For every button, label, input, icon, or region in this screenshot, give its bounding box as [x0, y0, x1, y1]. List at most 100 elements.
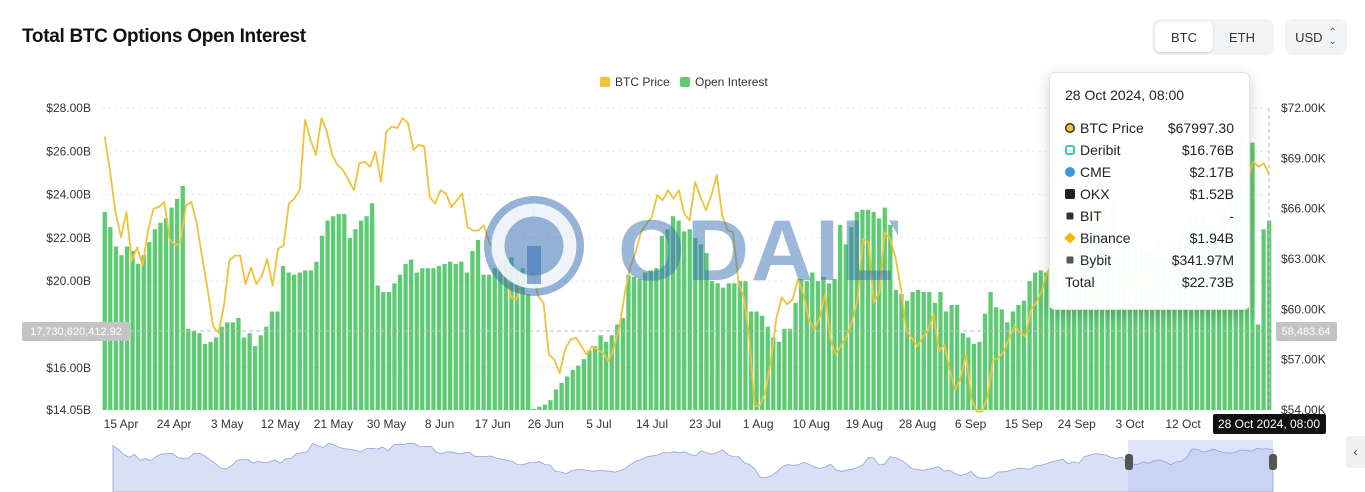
tooltip-row: Bybit $341.97M — [1065, 249, 1234, 271]
open-interest-bar — [531, 408, 536, 410]
open-interest-bar — [737, 281, 743, 410]
navigator-handle[interactable] — [1269, 454, 1277, 470]
open-interest-bar — [414, 272, 419, 410]
open-interest-bar — [386, 292, 392, 410]
open-interest-bar — [888, 224, 893, 410]
open-interest-bar — [782, 328, 787, 410]
open-interest-bar — [1021, 300, 1027, 410]
navigator-scroll-button[interactable]: ‹ — [1346, 436, 1365, 468]
open-interest-bar — [670, 216, 676, 410]
open-interest-bar — [147, 242, 152, 410]
open-interest-bar — [331, 216, 336, 410]
open-interest-bar — [587, 350, 592, 410]
open-interest-bar — [609, 335, 614, 410]
tooltip-row: Deribit $16.76B — [1065, 139, 1234, 161]
open-interest-bar — [280, 266, 286, 410]
legend-item-label[interactable]: BTC Price — [615, 75, 670, 89]
bybit-icon — [1066, 256, 1074, 264]
open-interest-bar — [152, 229, 158, 410]
open-interest-bar — [715, 283, 720, 410]
open-interest-bar — [453, 263, 458, 410]
open-interest-bar — [999, 309, 1004, 410]
open-interest-bar — [436, 266, 442, 410]
open-interest-bar — [358, 220, 364, 410]
tooltip-title: 28 Oct 2024, 08:00 — [1065, 87, 1185, 103]
open-interest-bar — [141, 255, 146, 410]
open-interest-bar — [799, 279, 804, 410]
open-interest-bar — [202, 343, 208, 410]
open-interest-bar — [158, 222, 163, 410]
open-interest-bar — [570, 369, 575, 410]
chevron-updown-icon: ⌃ ⌄ — [1328, 27, 1337, 47]
open-interest-bar — [241, 337, 247, 410]
tooltip-row-value: - — [1229, 208, 1234, 224]
currency-select[interactable]: USD ⌃ ⌄ — [1285, 19, 1347, 55]
tooltip-row: BIT - — [1065, 205, 1234, 227]
navigator-handle[interactable] — [1125, 454, 1133, 470]
binance-icon — [1064, 232, 1076, 244]
tab-btc[interactable]: BTC — [1155, 22, 1213, 52]
open-interest-bar — [163, 218, 169, 410]
tooltip-row-name: OKX — [1080, 186, 1110, 202]
x-axis-tick: 14 Jul — [636, 417, 668, 431]
legend-swatch — [600, 77, 610, 87]
open-interest-bar — [347, 237, 353, 410]
open-interest-bar — [1250, 142, 1255, 410]
x-axis-tick: 26 Jun — [528, 417, 564, 431]
open-interest-bar — [208, 341, 213, 410]
right-axis-tick: $69.00K — [1281, 151, 1326, 165]
open-interest-bar — [431, 268, 436, 410]
legend-item-label[interactable]: Open Interest — [695, 75, 768, 89]
open-interest-bar — [977, 341, 982, 410]
open-interest-bar — [643, 272, 648, 410]
right-axis-tick: $72.00K — [1281, 101, 1326, 115]
asset-toggle: BTC ETH — [1152, 19, 1274, 55]
tab-eth[interactable]: ETH — [1213, 22, 1271, 52]
bit-icon — [1066, 212, 1074, 220]
open-interest-bar — [292, 274, 297, 410]
chart-legend[interactable]: BTC Price Open Interest — [600, 75, 768, 89]
right-axis-tick: $63.00K — [1281, 252, 1326, 266]
open-interest-bar — [982, 313, 988, 410]
x-axis-tick: 6 Sep — [955, 417, 987, 431]
tooltip-row-name: CME — [1080, 164, 1112, 180]
open-interest-bar — [314, 261, 319, 410]
tooltip-row-value: $1.52B — [1189, 186, 1234, 202]
open-interest-bar — [676, 220, 681, 410]
left-axis-tick: $28.00B — [46, 101, 91, 115]
x-axis-tick: 10 Aug — [793, 417, 830, 431]
open-interest-bar — [838, 224, 843, 410]
open-interest-bar — [871, 211, 876, 410]
left-axis-tick: $22.00B — [46, 231, 91, 245]
open-interest-bar — [1027, 281, 1032, 410]
open-interest-bar — [787, 328, 793, 410]
open-interest-bar — [682, 231, 687, 410]
legend-swatch — [680, 77, 690, 87]
open-interest-bar — [269, 311, 275, 410]
tooltip-row-name: BTC Price — [1080, 120, 1144, 136]
open-interest-bar — [631, 276, 637, 410]
open-interest-bar — [721, 287, 726, 410]
right-axis-tick: $57.00K — [1281, 353, 1326, 367]
x-axis-tick: 24 Apr — [157, 417, 192, 431]
open-interest-bar — [459, 261, 464, 410]
open-interest-bar — [397, 274, 403, 410]
open-interest-bar — [592, 346, 598, 410]
open-interest-bar — [598, 335, 603, 410]
open-interest-bar — [698, 244, 704, 410]
open-interest-bar — [654, 268, 659, 410]
open-interest-bar — [470, 250, 475, 410]
tooltip-row-value: $341.97M — [1171, 252, 1234, 268]
open-interest-bar — [520, 268, 525, 410]
open-interest-bar — [425, 268, 431, 410]
open-interest-bar — [230, 322, 236, 410]
open-interest-bar — [826, 283, 832, 410]
left-axis-tick: $14.05B — [46, 403, 91, 417]
open-interest-bar — [921, 292, 926, 410]
tooltip-row-name: BIT — [1080, 208, 1102, 224]
open-interest-bar — [1261, 229, 1266, 410]
range-navigator[interactable] — [112, 440, 1277, 492]
crosshair-x-label: 28 Oct 2024, 08:00 — [1218, 417, 1320, 431]
open-interest-bar — [687, 229, 692, 410]
open-interest-bar — [102, 211, 107, 410]
